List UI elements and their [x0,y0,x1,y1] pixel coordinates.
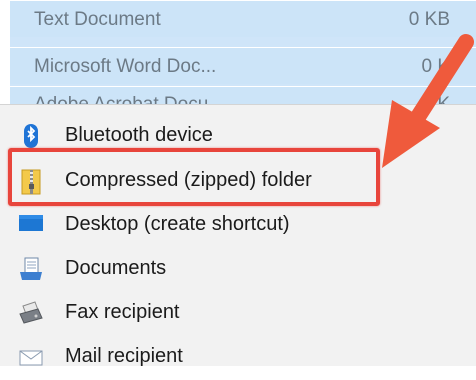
file-name: Microsoft Word Doc... [34,56,217,77]
documents-icon [18,256,44,282]
file-list: Text Document 0 KB Microsoft Word Doc...… [10,0,476,104]
menu-item-bluetooth-device[interactable]: Bluetooth device [0,115,476,159]
zip-folder-icon [18,168,44,195]
file-size: 0 K [421,56,450,77]
file-size: 0 KB [408,9,450,30]
menu-item-documents[interactable]: Documents [0,248,476,292]
file-name: Text Document [34,9,161,30]
menu-item-label: Desktop (create shortcut) [65,213,290,235]
menu-item-label: Documents [65,257,167,279]
file-size: 0 K [421,94,450,104]
fax-icon [18,300,44,326]
menu-item-label: Fax recipient [65,301,180,323]
file-row[interactable]: Adobe Acrobat Docu... 0 K [10,86,476,104]
file-name: Adobe Acrobat Docu... [34,94,224,104]
menu-item-label: Bluetooth device [65,124,213,146]
menu-item-fax-recipient[interactable]: Fax recipient [0,292,476,336]
file-row[interactable]: Text Document 0 KB [10,0,476,37]
file-row[interactable]: Microsoft Word Doc... 0 K [10,47,476,84]
bluetooth-icon [18,123,44,149]
menu-item-label: Compressed (zipped) folder [65,169,312,191]
desktop-icon [18,212,44,238]
mail-icon [18,344,44,370]
menu-item-desktop[interactable]: Desktop (create shortcut) [0,204,476,248]
send-to-menu: Bluetooth device Compressed (zipped) fol… [0,104,476,367]
menu-item-compressed-folder[interactable]: Compressed (zipped) folder [0,160,476,204]
menu-item-mail-recipient[interactable]: Mail recipient [0,336,476,380]
